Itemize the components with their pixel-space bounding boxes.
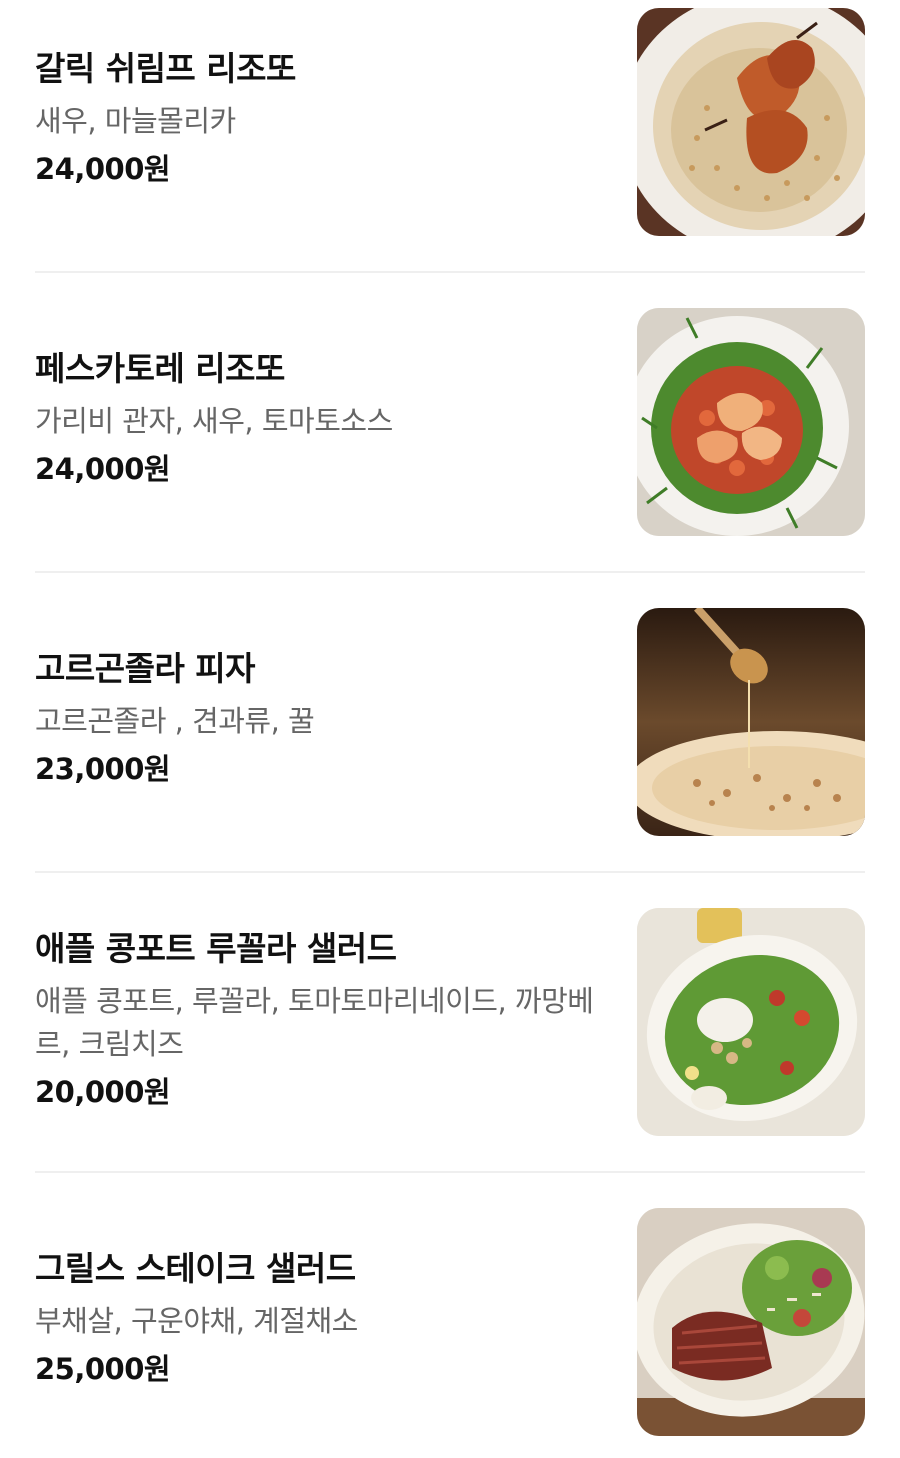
divider <box>35 271 865 273</box>
apple-compote-arugula-salad-image <box>637 908 865 1136</box>
menu-list: 갈릭 쉬림프 리조또 새우, 마늘몰리카 24,000원 페스카토레 리조또 가… <box>0 0 900 1458</box>
divider <box>35 1171 865 1173</box>
garlic-shrimp-risotto-image <box>637 8 865 236</box>
grilled-steak-salad-image <box>637 1208 865 1436</box>
menu-item-price: 24,000원 <box>35 452 171 486</box>
menu-item-description: 애플 콩포트, 루꼴라, 토마토마리네이드, 까망베르, 크림치즈 <box>35 984 594 1061</box>
pescatore-risotto-photo[interactable] <box>637 308 865 536</box>
apple-compote-arugula-salad-photo[interactable] <box>637 908 865 1136</box>
gorgonzola-pizza-image <box>637 608 865 836</box>
grilled-steak-salad-photo[interactable] <box>637 1208 865 1436</box>
menu-item-text: 갈릭 쉬림프 리조또 새우, 마늘몰리카 24,000원 <box>35 46 595 189</box>
menu-item-price: 25,000원 <box>35 1352 171 1386</box>
menu-item-description: 고르곤졸라 , 견과류, 꿀 <box>35 704 315 738</box>
menu-item-text: 애플 콩포트 루꼴라 샐러드 애플 콩포트, 루꼴라, 토마토마리네이드, 까망… <box>35 926 595 1112</box>
menu-item-text: 고르곤졸라 피자 고르곤졸라 , 견과류, 꿀 23,000원 <box>35 646 595 789</box>
menu-item-apple-compote-arugula-salad[interactable]: 애플 콩포트 루꼴라 샐러드 애플 콩포트, 루꼴라, 토마토마리네이드, 까망… <box>35 908 865 1136</box>
menu-item-garlic-shrimp-risotto[interactable]: 갈릭 쉬림프 리조또 새우, 마늘몰리카 24,000원 <box>35 8 865 236</box>
menu-item-text: 그릴스 스테이크 샐러드 부채살, 구운야채, 계절채소 25,000원 <box>35 1246 595 1389</box>
menu-item-grilled-steak-salad[interactable]: 그릴스 스테이크 샐러드 부채살, 구운야채, 계절채소 25,000원 <box>35 1208 865 1436</box>
garlic-shrimp-risotto-photo[interactable] <box>637 8 865 236</box>
menu-item-description: 가리비 관자, 새우, 토마토소스 <box>35 404 393 438</box>
menu-item-text: 페스카토레 리조또 가리비 관자, 새우, 토마토소스 24,000원 <box>35 346 595 489</box>
menu-item-description: 부채살, 구운야채, 계절채소 <box>35 1304 358 1338</box>
menu-item-name: 애플 콩포트 루꼴라 샐러드 <box>35 929 397 968</box>
menu-item-name: 갈릭 쉬림프 리조또 <box>35 49 296 88</box>
menu-item-description: 새우, 마늘몰리카 <box>35 104 236 138</box>
menu-item-name: 고르곤졸라 피자 <box>35 649 256 688</box>
divider <box>35 571 865 573</box>
menu-item-price: 20,000원 <box>35 1075 171 1109</box>
menu-item-name: 그릴스 스테이크 샐러드 <box>35 1249 356 1288</box>
divider <box>35 871 865 873</box>
menu-item-name: 페스카토레 리조또 <box>35 349 285 388</box>
pescatore-risotto-image <box>637 308 865 536</box>
menu-item-gorgonzola-pizza[interactable]: 고르곤졸라 피자 고르곤졸라 , 견과류, 꿀 23,000원 <box>35 608 865 836</box>
menu-item-price: 24,000원 <box>35 152 171 186</box>
gorgonzola-pizza-photo[interactable] <box>637 608 865 836</box>
menu-item-price: 23,000원 <box>35 752 171 786</box>
menu-item-pescatore-risotto[interactable]: 페스카토레 리조또 가리비 관자, 새우, 토마토소스 24,000원 <box>35 308 865 536</box>
